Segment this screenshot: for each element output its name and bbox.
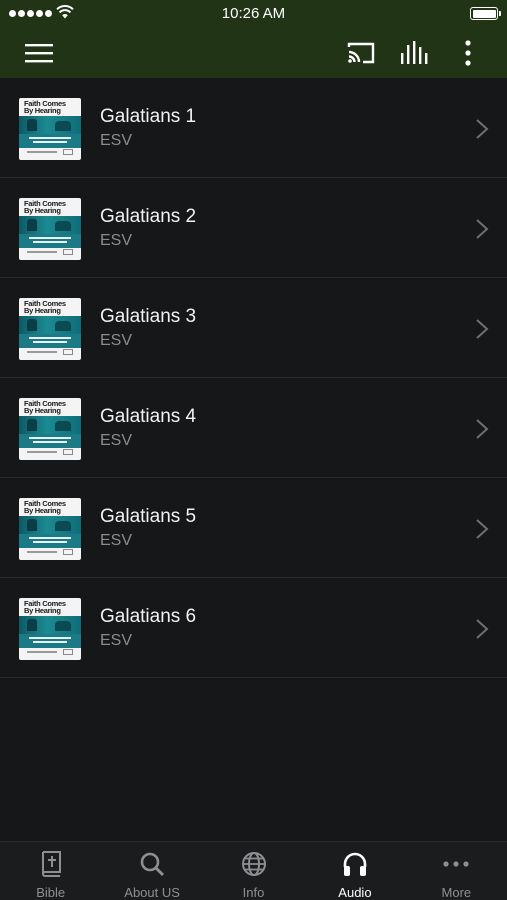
chevron-right-icon <box>476 519 489 539</box>
chapter-version: ESV <box>100 332 133 349</box>
chapter-list: Faith Comes By Hearing Galatians 1 ESV Fa… <box>0 78 507 678</box>
chapter-row[interactable]: Faith Comes By Hearing Galatians 6 ESV <box>0 578 507 678</box>
thumbnail-brand: Faith Comes By Hearing <box>24 499 66 515</box>
chapter-version: ESV <box>100 532 133 549</box>
chapter-row[interactable]: Faith Comes By Hearing Galatians 3 ESV <box>0 278 507 378</box>
chapter-title: Galatians 6 <box>100 606 197 627</box>
chapter-title: Galatians 2 <box>100 206 197 227</box>
tab-label: More <box>441 885 472 900</box>
tab-label: Info <box>242 885 265 900</box>
thumbnail-brand: Faith Comes By Hearing <box>24 599 66 615</box>
search-icon <box>138 850 166 878</box>
chevron-right-icon <box>476 119 489 139</box>
tab-label: About US <box>124 885 180 900</box>
chapter-row[interactable]: Faith Comes By Hearing Galatians 2 ESV <box>0 178 507 278</box>
chapter-title: Galatians 5 <box>100 506 197 527</box>
chapter-row[interactable]: Faith Comes By Hearing Galatians 5 ESV <box>0 478 507 578</box>
chapter-title: Galatians 1 <box>100 106 197 127</box>
app-bar <box>0 28 507 78</box>
chapter-row[interactable]: Faith Comes By Hearing Galatians 1 ESV <box>0 78 507 178</box>
chapter-row[interactable]: Faith Comes By Hearing Galatians 4 ESV <box>0 378 507 478</box>
tab-info[interactable]: Info <box>203 842 304 900</box>
chevron-right-icon <box>476 219 489 239</box>
more-horiz-icon <box>442 850 470 878</box>
tab-bible[interactable]: Bible <box>0 842 101 900</box>
more-vert-icon <box>465 40 471 66</box>
tab-more[interactable]: More <box>406 842 507 900</box>
tab-label: Audio <box>338 885 372 900</box>
menu-icon <box>25 44 53 63</box>
globe-icon <box>240 850 268 878</box>
equalizer-button[interactable] <box>396 28 434 78</box>
chevron-right-icon <box>476 419 489 439</box>
chapter-version: ESV <box>100 232 133 249</box>
bible-icon <box>37 850 65 878</box>
thumbnail-brand: Faith Comes By Hearing <box>24 199 66 215</box>
chevron-right-icon <box>476 319 489 339</box>
tab-audio[interactable]: Audio <box>304 842 405 900</box>
chapter-version: ESV <box>100 632 133 649</box>
album-art-thumbnail: Faith Comes By Hearing <box>19 398 81 460</box>
thumbnail-brand: Faith Comes By Hearing <box>24 99 66 115</box>
cast-button[interactable] <box>342 28 380 78</box>
status-time: 10:26 AM <box>221 5 286 22</box>
tab-about-us[interactable]: About US <box>101 842 202 900</box>
thumbnail-brand: Faith Comes By Hearing <box>24 399 66 415</box>
tab-bar: Bible About US Info Audio More <box>0 841 507 900</box>
equalizer-icon <box>401 41 428 64</box>
tab-label: Bible <box>36 885 66 900</box>
album-art-thumbnail: Faith Comes By Hearing <box>19 298 81 360</box>
headphones-icon <box>341 850 369 878</box>
menu-button[interactable] <box>20 28 58 78</box>
album-art-thumbnail: Faith Comes By Hearing <box>19 498 81 560</box>
chapter-title: Galatians 3 <box>100 306 197 327</box>
status-bar: 10:26 AM <box>0 0 507 28</box>
album-art-thumbnail: Faith Comes By Hearing <box>19 98 81 160</box>
thumbnail-brand: Faith Comes By Hearing <box>24 299 66 315</box>
album-art-thumbnail: Faith Comes By Hearing <box>19 598 81 660</box>
cast-icon <box>347 42 375 64</box>
album-art-thumbnail: Faith Comes By Hearing <box>19 198 81 260</box>
chapter-version: ESV <box>100 132 133 149</box>
chapter-title: Galatians 4 <box>100 406 197 427</box>
overflow-menu-button[interactable] <box>452 28 484 78</box>
chapter-version: ESV <box>100 432 133 449</box>
battery-icon <box>470 7 501 20</box>
chevron-right-icon <box>476 619 489 639</box>
